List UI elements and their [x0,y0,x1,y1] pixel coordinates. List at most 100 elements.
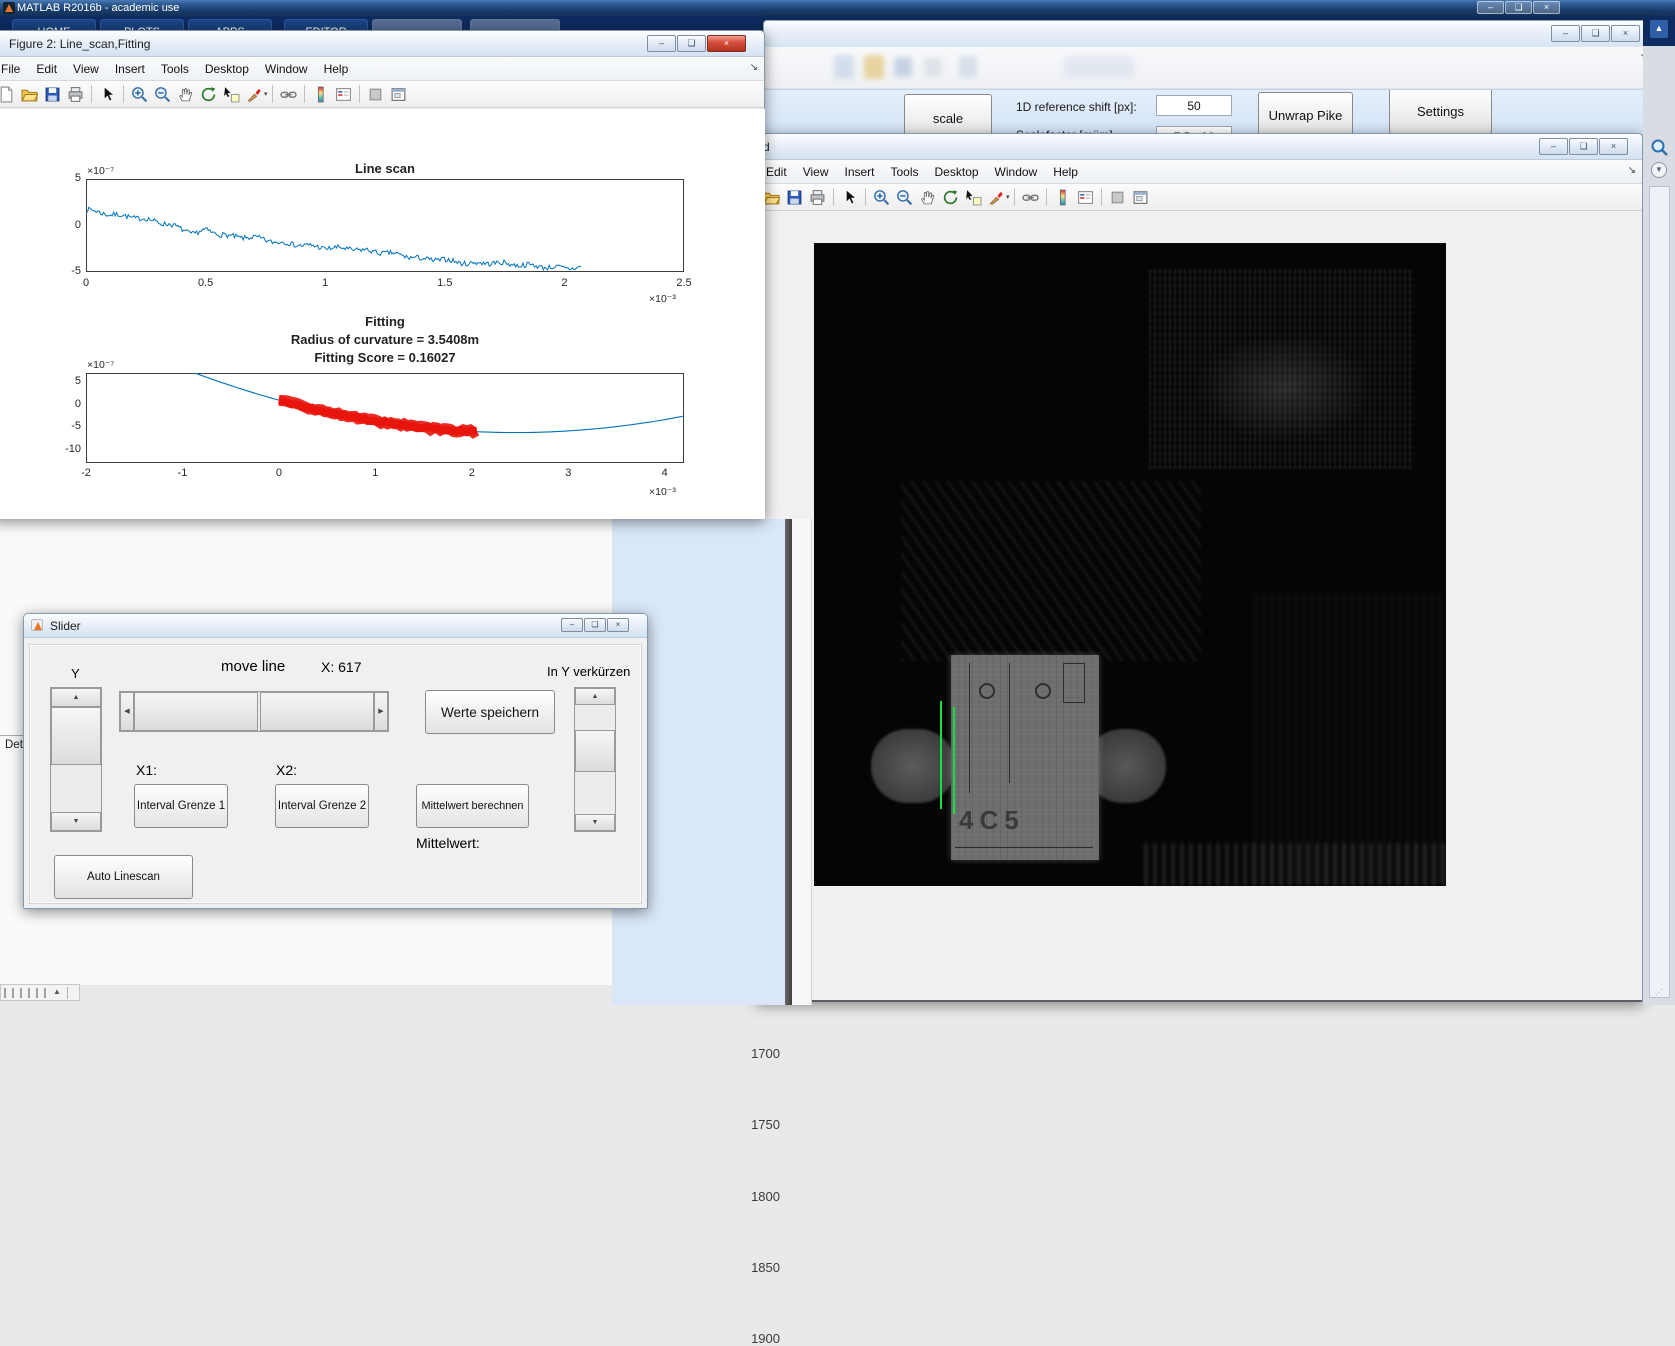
slider-minimize-button[interactable]: ‒ [561,618,583,632]
menu-item-view[interactable]: View [795,165,837,179]
menu-item-insert[interactable]: Insert [836,165,882,179]
menu-item-window[interactable]: Window [987,165,1046,179]
dock-arrow-icon[interactable]: ↘ [750,62,758,73]
interval-grenze-1-button[interactable]: Interval Grenze 1 [134,784,228,828]
brush-dropdown-icon[interactable]: ▾ [264,90,268,98]
app-maximize-button[interactable]: ❏ [1505,1,1532,14]
link-icon[interactable] [280,86,297,103]
pan-icon[interactable] [177,86,194,103]
figure-image-maximize-button[interactable]: ❏ [1569,138,1598,155]
figure2-close-button[interactable]: × [707,35,746,52]
search-icon[interactable] [1650,138,1670,158]
in-y-slider-thumb[interactable] [575,730,615,772]
slider-titlebar[interactable]: Slider ‒ ❏ × [24,614,647,638]
winview-icon[interactable] [390,86,407,103]
scale-button[interactable]: scale [904,94,992,134]
auto-linescan-button[interactable]: Auto Linescan [54,855,193,899]
link-icon[interactable] [1022,189,1039,206]
menu-item-desktop[interactable]: Desktop [927,165,987,179]
unwrap-minimize-button[interactable]: ‒ [1551,25,1580,42]
zoom-out-icon[interactable] [154,86,171,103]
datacursor-icon[interactable] [965,189,982,206]
open-icon[interactable] [763,189,780,206]
reference-shift-input[interactable]: 50 [1156,95,1232,116]
zoom-out-icon[interactable] [896,189,913,206]
y-slider[interactable]: ▲ ▼ [50,687,102,832]
zoom-in-icon[interactable] [131,86,148,103]
slider-maximize-button[interactable]: ❏ [584,618,606,632]
in-y-slider-up-button[interactable]: ▲ [575,688,615,705]
dock-icon[interactable] [1109,189,1126,206]
move-line-slider-right-button[interactable]: ▶ [374,692,388,731]
menu-item-window[interactable]: Window [257,62,316,76]
menu-item-desktop[interactable]: Desktop [197,62,257,76]
werte-speichern-button[interactable]: Werte speichern [425,690,555,734]
slider-close-button[interactable]: × [607,618,629,632]
rotate3d-icon[interactable] [200,86,217,103]
cursor-icon[interactable] [99,86,116,103]
figure-image-titlebar[interactable]: d ‒ ❏ × [756,134,1642,160]
y-slider-thumb[interactable] [51,707,101,765]
save-icon[interactable] [786,189,803,206]
colorbar-icon[interactable] [312,86,329,103]
open-icon[interactable] [21,86,38,103]
colorbar-icon[interactable] [1054,189,1071,206]
mittelwert-berechnen-button[interactable]: Mittelwert berechnen [416,784,529,828]
menu-item-help[interactable]: Help [316,62,357,76]
zoom-in-icon[interactable] [873,189,890,206]
menu-item-edit[interactable]: Edit [28,62,65,76]
figure2-minimize-button[interactable]: ‒ [647,35,676,52]
collapse-panel-arrow-icon[interactable]: ▲ [1650,20,1668,38]
legend-icon[interactable] [335,86,352,103]
menu-item-insert[interactable]: Insert [107,62,153,76]
menu-item-file[interactable]: File [0,62,28,76]
green-marker-line-2[interactable] [953,707,955,814]
green-marker-line-1[interactable] [940,701,942,809]
y-slider-down-button[interactable]: ▼ [51,812,101,831]
brush-dropdown-icon[interactable]: ▾ [1006,193,1010,201]
print-icon[interactable] [809,189,826,206]
chevron-down-circle-icon[interactable]: ▼ [1651,162,1667,178]
brush-icon[interactable] [246,86,263,103]
figure2-maximize-button[interactable]: ❏ [677,35,706,52]
brush-icon[interactable] [988,189,1005,206]
move-line-slider-left-button[interactable]: ◀ [120,692,134,731]
rotate3d-icon[interactable] [942,189,959,206]
menu-item-view[interactable]: View [65,62,107,76]
cursor-icon[interactable] [841,189,858,206]
move-line-slider[interactable]: ◀ ▶ [119,691,389,732]
datacursor-icon[interactable] [223,86,240,103]
fitting-plot-area[interactable] [86,373,684,463]
in-y-slider[interactable]: ▲ ▼ [574,687,616,832]
unwrap-pike-button[interactable]: Unwrap Pike [1258,92,1353,134]
in-y-slider-down-button[interactable]: ▼ [575,814,615,831]
print-icon[interactable] [67,86,84,103]
app-close-button[interactable]: × [1533,1,1560,14]
move-line-slider-thumb[interactable] [134,692,258,731]
right-scrollbar-track[interactable] [1649,186,1670,998]
pan-icon[interactable] [919,189,936,206]
interval-grenze-2-button[interactable]: Interval Grenze 2 [275,784,369,828]
unwrap-close-button[interactable]: × [1611,25,1640,42]
unwrap-gui-titlebar[interactable]: ‒ ❏ × [764,21,1654,47]
menu-item-tools[interactable]: Tools [153,62,197,76]
menu-item-tools[interactable]: Tools [883,165,927,179]
dock-arrow-icon[interactable]: ↘ [1628,165,1636,176]
scrollbar-arrow-icon[interactable]: ▲ [53,987,61,996]
app-minimize-button[interactable]: ‒ [1477,1,1504,14]
menu-item-help[interactable]: Help [1045,165,1086,179]
figure-image-close-button[interactable]: × [1599,138,1628,155]
interferogram-image[interactable]: 4C5 [814,243,1446,886]
save-icon[interactable] [44,86,61,103]
linescan-plot-area[interactable] [86,179,684,272]
unwrap-maximize-button[interactable]: ❏ [1581,25,1610,42]
mini-scrollbar[interactable]: ▲ [0,984,80,1001]
figure-image-minimize-button[interactable]: ‒ [1539,138,1568,155]
legend-icon[interactable] [1077,189,1094,206]
y-slider-up-button[interactable]: ▲ [51,688,101,707]
dock-icon[interactable] [367,86,384,103]
background-scrollbar[interactable] [785,519,792,1005]
settings-button[interactable]: Settings [1389,90,1492,134]
winview-icon[interactable] [1132,189,1149,206]
figure2-titlebar[interactable]: Figure 2: Line_scan,Fitting ‒ ❏ × [0,31,764,57]
